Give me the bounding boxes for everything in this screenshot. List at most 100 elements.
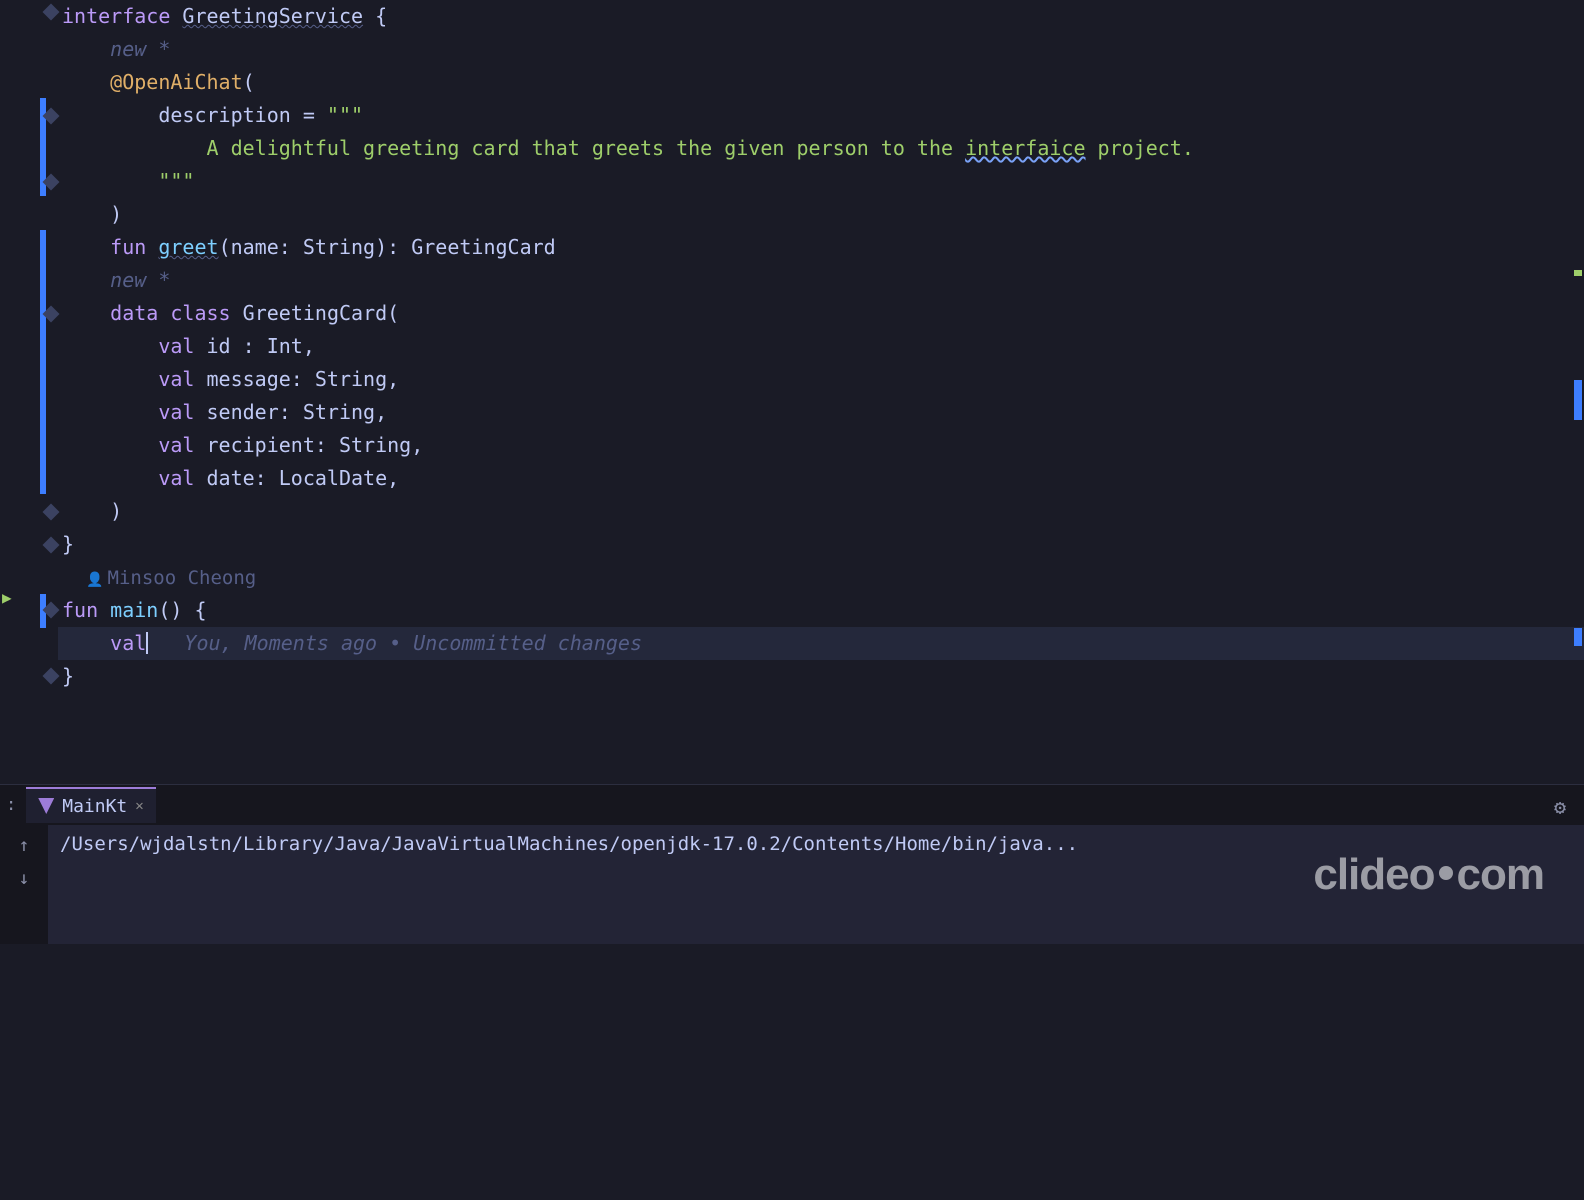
keyword: val <box>158 466 194 490</box>
gear-icon[interactable]: ⚙ <box>1554 795 1566 819</box>
code-line[interactable]: } <box>58 660 1584 693</box>
inlay-hint: new * <box>110 37 170 61</box>
fold-marker[interactable] <box>43 537 60 554</box>
string-text: A delightful greeting card that greets t… <box>207 136 966 160</box>
code-line[interactable]: @OpenAiChat( <box>58 66 1584 99</box>
close-icon[interactable]: ✕ <box>135 798 143 814</box>
keyword: val <box>158 334 194 358</box>
code-line[interactable]: ) <box>58 495 1584 528</box>
scroll-marker[interactable] <box>1574 628 1582 646</box>
kotlin-icon <box>38 798 54 814</box>
code-line[interactable]: } <box>58 528 1584 561</box>
paren: ) <box>110 499 122 523</box>
keyword: fun <box>62 598 98 622</box>
code-line[interactable]: val message: String, <box>58 363 1584 396</box>
field-name: message <box>207 367 291 391</box>
paren: ( <box>387 301 399 325</box>
function-name: greet <box>158 235 218 259</box>
brace: } <box>62 532 74 556</box>
code-line[interactable]: """ <box>58 165 1584 198</box>
params: (name: String): <box>219 235 412 259</box>
code-editor[interactable]: ▶ interface GreetingService { new * @Ope… <box>0 0 1584 785</box>
code-content[interactable]: interface GreetingService { new * @OpenA… <box>58 0 1584 785</box>
fold-marker[interactable] <box>43 4 60 21</box>
type: : String <box>315 433 411 457</box>
keyword: val <box>158 400 194 424</box>
params: () { <box>158 598 206 622</box>
keyword: val <box>158 433 194 457</box>
git-blame-inline: You, Moments ago • Uncommitted changes <box>184 631 642 655</box>
tool-window-label: : <box>6 795 26 815</box>
person-icon: 👤 <box>86 572 103 588</box>
keyword: class <box>170 301 230 325</box>
code-line[interactable]: val id : Int, <box>58 330 1584 363</box>
vcs-change-stripe[interactable] <box>40 230 46 494</box>
type: : Int <box>231 334 303 358</box>
return-type: GreetingCard <box>411 235 556 259</box>
field-name: sender <box>207 400 279 424</box>
field-name: recipient <box>207 433 315 457</box>
code-line[interactable]: val date: LocalDate, <box>58 462 1584 495</box>
scroll-up-icon[interactable]: ↑ <box>19 835 30 856</box>
code-line[interactable]: data class GreetingCard( <box>58 297 1584 330</box>
brace: } <box>62 664 74 688</box>
author-annotation: 👤 Minsoo Cheong <box>58 561 1584 594</box>
code-line[interactable]: description = """ <box>58 99 1584 132</box>
inlay-hint: new * <box>110 268 170 292</box>
keyword: val <box>110 631 146 655</box>
code-line[interactable]: ) <box>58 198 1584 231</box>
keyword: data <box>110 301 158 325</box>
fold-marker[interactable] <box>43 504 60 521</box>
tab-label: MainKt <box>62 796 127 817</box>
run-tool-window[interactable]: : MainKt ✕ ⚙ ↑ ↓ /Users/wjdalstn/Library… <box>0 784 1584 944</box>
code-line[interactable]: fun greet(name: String): GreetingCard <box>58 231 1584 264</box>
author-name: Minsoo Cheong <box>108 567 257 589</box>
field-name: date <box>207 466 255 490</box>
paren: ) <box>110 202 122 226</box>
code-line[interactable]: A delightful greeting card that greets t… <box>58 132 1584 165</box>
string-text: project. <box>1086 136 1194 160</box>
type: : LocalDate <box>255 466 387 490</box>
console-output[interactable]: /Users/wjdalstn/Library/Java/JavaVirtual… <box>48 825 1584 944</box>
tool-window-tab-bar: : MainKt ✕ ⚙ <box>0 785 1584 825</box>
current-line[interactable]: val You, Moments ago • Uncommitted chang… <box>58 627 1584 660</box>
comma: , <box>303 334 315 358</box>
code-line[interactable]: fun main() { <box>58 594 1584 627</box>
run-gutter-icon[interactable]: ▶ <box>2 588 12 607</box>
string-typo: interfaice <box>965 136 1085 160</box>
field-name: id <box>207 334 231 358</box>
paren: ( <box>243 70 255 94</box>
code-line[interactable]: interface GreetingService { <box>58 0 1584 33</box>
fold-marker[interactable] <box>43 668 60 685</box>
comma: , <box>387 367 399 391</box>
code-line[interactable]: val sender: String, <box>58 396 1584 429</box>
comma: , <box>387 466 399 490</box>
annotation: @OpenAiChat <box>110 70 242 94</box>
keyword: interface <box>62 4 170 28</box>
scroll-down-icon[interactable]: ↓ <box>19 868 30 889</box>
editor-gutter: ▶ <box>0 0 58 785</box>
brace: { <box>363 4 387 28</box>
code-line[interactable]: val recipient: String, <box>58 429 1584 462</box>
keyword: val <box>158 367 194 391</box>
string-delim: """ <box>327 103 363 127</box>
code-line[interactable]: new * <box>58 264 1584 297</box>
scroll-marker[interactable] <box>1574 270 1582 276</box>
string-delim: """ <box>158 169 194 193</box>
code-line[interactable]: new * <box>58 33 1584 66</box>
console-toolbar: ↑ ↓ <box>0 825 48 944</box>
function-name: main <box>110 598 158 622</box>
scroll-marker[interactable] <box>1574 380 1582 420</box>
class-name: GreetingCard <box>243 301 388 325</box>
type: : String <box>279 400 375 424</box>
comma: , <box>375 400 387 424</box>
type: : String <box>291 367 387 391</box>
text-cursor <box>146 632 148 654</box>
error-stripe[interactable] <box>1572 0 1584 785</box>
run-tab[interactable]: MainKt ✕ <box>26 787 155 823</box>
param-label: description = <box>158 103 327 127</box>
class-name: GreetingService <box>182 4 363 28</box>
console-body: ↑ ↓ /Users/wjdalstn/Library/Java/JavaVir… <box>0 825 1584 944</box>
keyword: fun <box>110 235 146 259</box>
comma: , <box>411 433 423 457</box>
